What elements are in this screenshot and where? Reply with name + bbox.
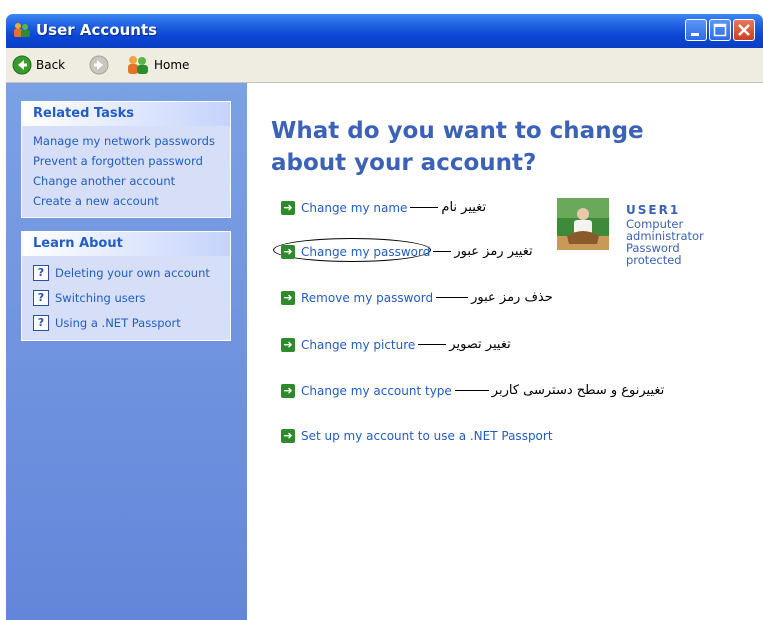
option-label: Change my password [301,244,431,259]
minimize-icon [691,33,699,36]
task-prevent-forgotten-password[interactable]: Prevent a forgotten password [33,154,203,168]
user-name: USER1 [626,203,681,217]
option-remove-password[interactable]: ➜ Remove my password حذف رمز عبور [281,290,553,305]
option-label: Change my account type [301,383,452,398]
window-title: User Accounts [36,21,158,39]
help-icon: ? [33,265,49,281]
task-manage-network-passwords[interactable]: Manage my network passwords [33,134,215,148]
help-icon: ? [33,315,49,331]
option-change-picture[interactable]: ➜ Change my picture تغییر تصویر [281,337,511,352]
option-change-name[interactable]: ➜ Change my name تغییر نام [281,200,486,215]
pointer-line [418,344,447,345]
option-label: Remove my password [301,290,434,305]
green-arrow-icon: ➜ [281,244,295,259]
user-picture-avatar [557,198,609,250]
page-title: What do you want to change about your ac… [271,118,644,176]
green-arrow-icon: ➜ [281,200,295,215]
farsi-annotation: تغییر رمز عبور [454,244,533,259]
green-arrow-icon: ➜ [281,337,295,352]
task-sidebar: Related Tasks Manage my network password… [6,83,247,620]
learn-item-label: Using a .NET Passport [55,316,181,330]
toolbar: Back Home [6,48,763,83]
related-tasks-title: Related Tasks [22,102,230,126]
learn-about-title: Learn About [22,232,230,256]
user-accounts-window: User Accounts Back Home Related Tasks Ma… [6,0,763,620]
user-details: Computer administrator Password protecte… [626,218,704,266]
help-icon: ? [33,290,49,306]
green-arrow-icon: ➜ [281,290,295,305]
green-arrow-icon: ➜ [281,383,295,398]
option-label: Change my picture [301,337,416,352]
learn-item-label: Switching users [55,291,146,305]
pointer-line [436,297,469,298]
task-create-new-account[interactable]: Create a new account [33,194,159,208]
option-change-password[interactable]: ➜ Change my password تغییر رمز عبور [281,244,533,259]
learn-item-deleting-account[interactable]: ? Deleting your own account [33,265,210,281]
title-bar[interactable]: User Accounts [6,14,763,48]
green-arrow-icon: ➜ [281,429,295,443]
maximize-button[interactable] [709,19,731,41]
option-change-account-type[interactable]: ➜ Change my account type تغییرنوع و سطح … [281,383,664,398]
forward-arrow-icon [89,55,109,75]
back-arrow-icon [12,55,32,75]
farsi-annotation: حذف رمز عبور [471,290,553,305]
back-label: Back [36,58,66,72]
home-label: Home [154,58,190,72]
close-icon [738,24,750,36]
minimize-button[interactable] [685,19,707,41]
user-status-line2: protected [626,253,682,267]
option-label: Set up my account to use a .NET Passport [301,429,553,443]
learn-item-label: Deleting your own account [55,266,210,280]
learn-item-switching-users[interactable]: ? Switching users [33,290,146,306]
back-button[interactable]: Back [12,54,65,76]
related-tasks-panel: Related Tasks Manage my network password… [21,101,231,218]
close-button[interactable] [733,19,755,41]
forward-button[interactable] [89,54,109,76]
user-accounts-icon [14,23,30,37]
farsi-annotation: تغییر نام [441,200,487,215]
pointer-line [410,207,439,208]
pointer-line [454,390,489,391]
home-button[interactable]: Home [126,54,189,76]
farsi-annotation: تغییر تصویر [449,337,511,352]
learn-item-net-passport[interactable]: ? Using a .NET Passport [33,315,181,331]
learn-about-panel: Learn About ? Deleting your own account … [21,231,231,341]
users-home-icon [128,56,148,74]
option-label: Change my name [301,200,408,215]
pointer-line [433,251,452,252]
task-change-another-account[interactable]: Change another account [33,174,175,188]
farsi-annotation: تغییرنوع و سطح دسترسی کاربر [491,383,665,398]
maximize-icon [713,23,727,37]
option-net-passport[interactable]: ➜ Set up my account to use a .NET Passpo… [281,429,553,443]
